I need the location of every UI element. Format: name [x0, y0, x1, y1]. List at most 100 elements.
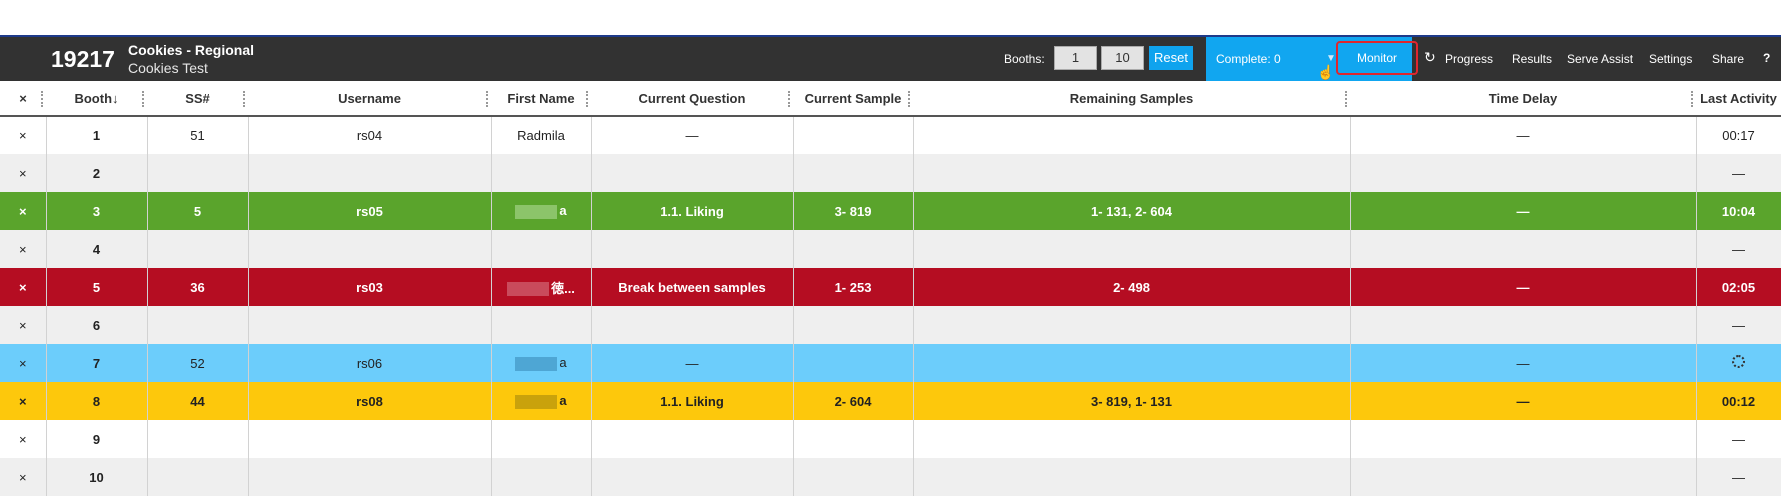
project-title: Cookies - Regional	[128, 42, 255, 58]
col-close[interactable]: ×	[0, 81, 46, 117]
last-activity-cell: —	[1696, 306, 1781, 344]
current-sample-cell: 1- 253	[793, 268, 914, 306]
remaining-samples-cell: 2- 498	[913, 268, 1351, 306]
caret-down-icon: ▼	[1326, 53, 1336, 64]
monitor-button[interactable]: Monitor	[1336, 41, 1418, 75]
remove-booth-button[interactable]: ×	[0, 382, 47, 420]
col-current-question[interactable]: Current Question	[591, 81, 793, 117]
time-delay-cell: —	[1350, 116, 1697, 154]
first-name-cell	[491, 154, 592, 192]
ss-number: 51	[147, 116, 249, 154]
help-icon[interactable]: ?	[1763, 51, 1770, 65]
current-question-cell	[591, 230, 794, 268]
username-cell	[248, 420, 492, 458]
username-cell: rs03	[248, 268, 492, 306]
last-activity-cell: —	[1696, 458, 1781, 496]
last-activity-cell: —	[1696, 230, 1781, 268]
col-booth[interactable]: Booth↓	[46, 81, 147, 117]
remaining-samples-cell	[913, 458, 1351, 496]
ss-number	[147, 420, 249, 458]
remaining-samples-cell	[913, 116, 1351, 154]
first-name-cell: Radmila	[491, 116, 592, 154]
current-sample-cell	[793, 458, 914, 496]
remove-booth-button[interactable]: ×	[0, 154, 47, 192]
results-link[interactable]: Results	[1512, 52, 1552, 66]
remove-booth-button[interactable]: ×	[0, 420, 47, 458]
remove-booth-button[interactable]: ×	[0, 344, 47, 382]
col-time-delay[interactable]: Time Delay	[1350, 81, 1696, 117]
remove-booth-button[interactable]: ×	[0, 458, 47, 496]
remaining-samples-cell: 1- 131, 2- 604	[913, 192, 1351, 230]
current-sample-cell	[793, 306, 914, 344]
last-activity-cell: 10:04	[1696, 192, 1781, 230]
ss-number	[147, 306, 249, 344]
table-row[interactable]: × 7 52 rs06 a — —	[0, 344, 1781, 382]
serve-assist-link[interactable]: Serve Assist	[1567, 52, 1633, 66]
table-row[interactable]: × 2 —	[0, 154, 1781, 192]
booth-to-input[interactable]: 10	[1101, 46, 1144, 70]
current-sample-cell	[793, 230, 914, 268]
first-name-cell: a	[491, 192, 592, 230]
current-sample-cell: 3- 819	[793, 192, 914, 230]
reset-button[interactable]: Reset	[1149, 46, 1193, 70]
table-row[interactable]: × 10 —	[0, 458, 1781, 496]
remove-booth-button[interactable]: ×	[0, 192, 47, 230]
time-delay-cell: —	[1350, 268, 1697, 306]
redacted-name-block	[507, 282, 550, 297]
redacted-name-block	[515, 356, 558, 371]
current-sample-cell	[793, 116, 914, 154]
redacted-name-block	[515, 394, 558, 409]
time-delay-cell	[1350, 230, 1697, 268]
progress-link[interactable]: Progress	[1445, 52, 1493, 66]
current-sample-cell	[793, 344, 914, 382]
remaining-samples-cell	[913, 344, 1351, 382]
remaining-samples-cell	[913, 306, 1351, 344]
first-name-cell: a	[491, 344, 592, 382]
first-name-cell: 徳...	[491, 268, 592, 306]
booth-from-input[interactable]: 1	[1054, 46, 1097, 70]
time-delay-cell	[1350, 306, 1697, 344]
col-last-activity[interactable]: Last Activity	[1696, 81, 1781, 117]
first-name-cell: a	[491, 382, 592, 420]
booth-number: 6	[46, 306, 148, 344]
table-row[interactable]: × 8 44 rs08 a 1.1. Liking 2- 604 3- 819, 1- 131…	[0, 382, 1781, 420]
settings-link[interactable]: Settings	[1649, 52, 1692, 66]
table-header-row: × Booth↓ SS# Username First Name Current…	[0, 81, 1781, 117]
col-username[interactable]: Username	[248, 81, 491, 117]
top-bar: 19217 Cookies - Regional Cookies Test Bo…	[0, 35, 1781, 81]
time-delay-cell	[1350, 458, 1697, 496]
username-cell	[248, 154, 492, 192]
table-row[interactable]: × 6 —	[0, 306, 1781, 344]
col-ss[interactable]: SS#	[147, 81, 248, 117]
table-row[interactable]: × 1 51 rs04 Radmila — —00:17	[0, 116, 1781, 154]
share-link[interactable]: Share	[1712, 52, 1744, 66]
remove-booth-button[interactable]: ×	[0, 116, 47, 154]
table-row[interactable]: × 3 5 rs05 a 1.1. Liking 3- 819 1- 131, 2- 604—…	[0, 192, 1781, 230]
col-current-sample[interactable]: Current Sample	[793, 81, 913, 117]
current-sample-cell	[793, 154, 914, 192]
col-first-name[interactable]: First Name	[491, 81, 591, 117]
table-row[interactable]: × 9 —	[0, 420, 1781, 458]
remaining-samples-cell: 3- 819, 1- 131	[913, 382, 1351, 420]
remaining-samples-cell	[913, 230, 1351, 268]
table-row[interactable]: × 5 36 rs03 徳... Break between samples 1- 253 2…	[0, 268, 1781, 306]
remove-booth-button[interactable]: ×	[0, 230, 47, 268]
last-activity-cell	[1696, 344, 1781, 382]
table-row[interactable]: × 4 —	[0, 230, 1781, 268]
ss-number	[147, 230, 249, 268]
time-delay-cell: —	[1350, 344, 1697, 382]
booth-number: 8	[46, 382, 148, 420]
booth-table: × Booth↓ SS# Username First Name Current…	[0, 81, 1781, 496]
refresh-icon: ↻	[1424, 49, 1436, 65]
remove-booth-button[interactable]: ×	[0, 306, 47, 344]
loading-spinner-icon	[1732, 355, 1745, 368]
complete-label: Complete: 0	[1216, 52, 1281, 66]
col-remaining-samples[interactable]: Remaining Samples	[913, 81, 1350, 117]
time-delay-cell: —	[1350, 192, 1697, 230]
booth-number: 2	[46, 154, 148, 192]
first-name-cell	[491, 420, 592, 458]
first-name-cell	[491, 230, 592, 268]
username-cell: rs06	[248, 344, 492, 382]
first-name-cell	[491, 306, 592, 344]
remove-booth-button[interactable]: ×	[0, 268, 47, 306]
